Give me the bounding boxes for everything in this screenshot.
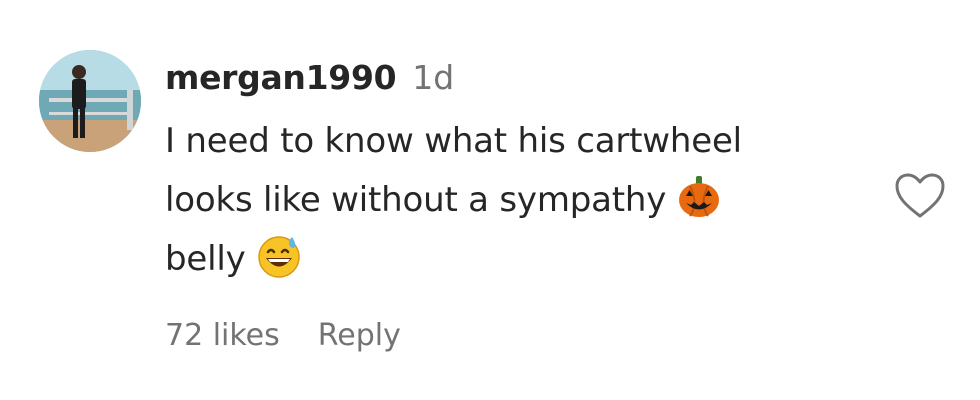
avatar[interactable] (39, 50, 141, 152)
jack-o-lantern-icon (676, 174, 722, 220)
comment-text-line: I need to know what his cartwheel (165, 112, 865, 171)
comment-text: I need to know what his cartwheel looks … (165, 112, 865, 289)
comment-text-segment: looks like without a sympathy (165, 180, 667, 220)
comment-text-segment: belly (165, 239, 246, 279)
comment-item: mergan1990 1d I need to know what his ca… (0, 0, 980, 400)
comment-body: mergan1990 1d I need to know what his ca… (165, 58, 865, 289)
comment-text-line: looks like without a sympathy (165, 171, 865, 230)
comment-text-segment: I need to know what his cartwheel (165, 121, 742, 161)
reply-button[interactable]: Reply (318, 318, 401, 353)
likes-count[interactable]: 72 likes (165, 318, 280, 353)
username-link[interactable]: mergan1990 (165, 58, 397, 97)
comment-header: mergan1990 1d (165, 58, 865, 110)
comment-text-line: belly (165, 230, 865, 289)
comment-actions: 72 likes Reply (165, 318, 401, 353)
grinning-face-with-sweat-icon (256, 233, 302, 279)
avatar-photo (39, 50, 141, 152)
comment-timestamp[interactable]: 1d (412, 58, 454, 97)
heart-outline-icon[interactable] (894, 172, 946, 220)
